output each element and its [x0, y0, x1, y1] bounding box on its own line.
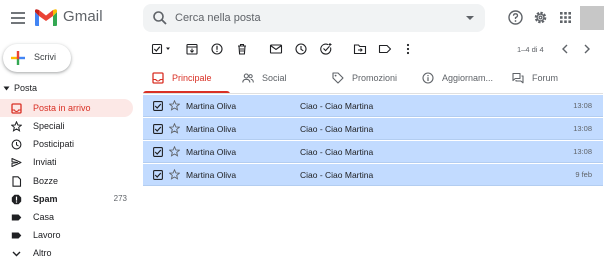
- gmail-logo-icon[interactable]: [34, 8, 58, 27]
- search-box[interactable]: [143, 4, 485, 32]
- tab-label: Aggiornam...: [442, 73, 494, 83]
- mark-unread-icon[interactable]: [269, 42, 283, 56]
- star-icon: [11, 121, 22, 132]
- email-sender: Martina Oliva: [186, 101, 237, 111]
- send-icon: [11, 157, 22, 168]
- star-icon[interactable]: [169, 146, 180, 157]
- star-icon[interactable]: [169, 123, 180, 134]
- draft-icon: [11, 176, 22, 187]
- tab-label: Forum: [532, 73, 559, 83]
- search-options-icon[interactable]: [465, 13, 475, 23]
- nav-section-title: Posta: [14, 83, 38, 93]
- email-row[interactable]: Martina Oliva Ciao - Ciao Martina 13:08: [143, 95, 603, 117]
- settings-icon[interactable]: [532, 9, 549, 26]
- unread-count: 273: [113, 194, 127, 203]
- caret-down-icon: [3, 85, 10, 92]
- compose-plus-icon: [10, 50, 26, 66]
- older-page-icon[interactable]: [580, 42, 594, 56]
- search-input[interactable]: [175, 8, 455, 28]
- clock-icon: [11, 139, 22, 150]
- tab-label: Promozioni: [352, 73, 398, 83]
- email-subject: Ciao - Ciao Martina: [300, 147, 374, 157]
- sidebar-item-label: Altro: [33, 248, 52, 258]
- tabs-divider: [143, 93, 603, 94]
- chevron-down-icon: [11, 248, 22, 259]
- newer-page-icon[interactable]: [558, 42, 572, 56]
- row-checkbox-checked-icon[interactable]: [153, 124, 163, 134]
- star-icon[interactable]: [169, 100, 180, 111]
- row-checkbox-checked-icon[interactable]: [153, 101, 163, 111]
- people-icon: [242, 72, 254, 84]
- sidebar-item-label: Casa: [33, 212, 55, 222]
- delete-icon[interactable]: [235, 42, 249, 56]
- main-menu-icon[interactable]: [9, 9, 27, 27]
- forum-icon: [512, 72, 524, 84]
- email-sender: Martina Oliva: [186, 147, 237, 157]
- app-title[interactable]: Gmail: [63, 8, 103, 25]
- label-as-icon[interactable]: [378, 42, 392, 56]
- inbox-icon: [152, 72, 164, 84]
- email-row[interactable]: Martina Oliva Ciao - Ciao Martina 13:08: [143, 141, 603, 163]
- row-checkbox-checked-icon[interactable]: [153, 147, 163, 157]
- email-date: 13:08: [573, 124, 592, 133]
- email-sender: Martina Oliva: [186, 170, 237, 180]
- archive-icon[interactable]: [185, 42, 199, 56]
- sidebar-item-label: Posticipati: [33, 139, 75, 149]
- email-row[interactable]: Martina Oliva Ciao - Ciao Martina 9 feb: [143, 164, 603, 186]
- tag-icon: [332, 72, 344, 84]
- info-icon: [422, 72, 434, 84]
- more-icon[interactable]: [401, 42, 415, 56]
- label-icon: [11, 230, 22, 241]
- sidebar-item-snoozed[interactable]: Posticipati: [0, 135, 133, 153]
- email-date: 13:08: [573, 147, 592, 156]
- tab-label: Social: [262, 73, 287, 83]
- sidebar-item-sent[interactable]: Inviati: [0, 153, 133, 171]
- top-bar: Gmail: [0, 0, 610, 36]
- search-icon[interactable]: [152, 10, 168, 26]
- sidebar-item-label: Posta in arrivo: [33, 103, 91, 113]
- sidebar-item-starred[interactable]: Speciali: [0, 117, 133, 135]
- sidebar-item-label: Lavoro: [33, 230, 61, 240]
- inbox-icon: [11, 103, 22, 114]
- email-subject: Ciao - Ciao Martina: [300, 124, 374, 134]
- apps-icon[interactable]: [557, 9, 574, 26]
- row-checkbox-checked-icon[interactable]: [153, 170, 163, 180]
- sidebar-item-label: Inviati: [33, 157, 57, 167]
- label-icon: [11, 212, 22, 223]
- sidebar-item-lavoro[interactable]: Lavoro: [0, 226, 133, 244]
- email-date: 13:08: [573, 101, 592, 110]
- email-subject: Ciao - Ciao Martina: [300, 101, 374, 111]
- move-to-icon[interactable]: [353, 42, 367, 56]
- select-all-checkbox[interactable]: [151, 42, 173, 56]
- sidebar-item-label: Spam: [33, 194, 58, 204]
- sidebar-item-drafts[interactable]: Bozze: [0, 172, 133, 190]
- email-date: 9 feb: [575, 170, 592, 179]
- email-row[interactable]: Martina Oliva Ciao - Ciao Martina 13:08: [143, 118, 603, 140]
- email-sender: Martina Oliva: [186, 124, 237, 134]
- sidebar-item-casa[interactable]: Casa: [0, 208, 133, 226]
- sidebar-item-label: Speciali: [33, 121, 65, 131]
- account-avatar[interactable]: [580, 6, 604, 30]
- sidebar-item-label: Bozze: [33, 176, 59, 186]
- tab-label: Principale: [172, 73, 212, 83]
- sidebar-item-more[interactable]: Altro: [0, 244, 133, 262]
- compose-button[interactable]: Scrivi: [3, 44, 71, 72]
- spam-icon: [11, 194, 22, 205]
- compose-label: Scrivi: [34, 52, 56, 62]
- help-icon[interactable]: [507, 9, 524, 26]
- pagination-info: 1–4 di 4: [517, 45, 544, 54]
- sidebar-item-spam[interactable]: Spam 273: [0, 190, 133, 208]
- email-subject: Ciao - Ciao Martina: [300, 170, 374, 180]
- snooze-icon[interactable]: [294, 42, 308, 56]
- add-task-icon[interactable]: [319, 42, 333, 56]
- report-spam-icon[interactable]: [210, 42, 224, 56]
- sidebar-item-inbox[interactable]: Posta in arrivo: [0, 99, 133, 117]
- star-icon[interactable]: [169, 169, 180, 180]
